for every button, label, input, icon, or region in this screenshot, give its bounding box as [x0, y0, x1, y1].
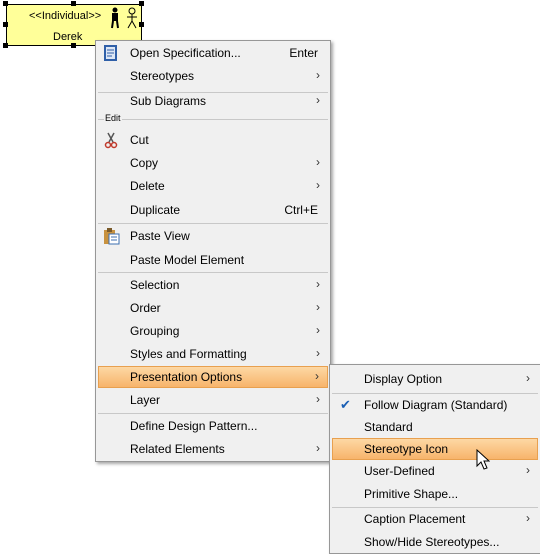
- actor-icons: [111, 7, 137, 29]
- menu-item-label: Stereotypes: [130, 69, 195, 83]
- menu-item-label: Caption Placement: [364, 512, 466, 526]
- menu-item-copy[interactable]: Copy ›: [98, 152, 328, 174]
- menu-item-label: Styles and Formatting: [130, 347, 247, 361]
- menu-item-duplicate[interactable]: Duplicate Ctrl+E: [98, 199, 328, 221]
- menu-item-label: Presentation Options: [130, 370, 243, 384]
- menu-item-label: Paste Model Element: [130, 253, 245, 267]
- menu-item-grouping[interactable]: Grouping ›: [98, 320, 328, 342]
- menu-item-paste-view[interactable]: Paste View: [98, 225, 328, 247]
- submenu-item-display-option[interactable]: Display Option ›: [332, 368, 538, 390]
- stick-figure-icon: [127, 7, 137, 29]
- chevron-right-icon: ›: [316, 392, 320, 406]
- submenu-item-stereotype-icon[interactable]: Stereotype Icon: [332, 438, 538, 460]
- menu-item-label: User-Defined: [364, 464, 435, 478]
- checkmark-icon: ✔: [340, 397, 351, 412]
- menu-item-define-design-pattern[interactable]: Define Design Pattern...: [98, 415, 328, 437]
- menu-separator: [98, 223, 328, 224]
- menu-item-paste-model-element[interactable]: Paste Model Element: [98, 249, 328, 271]
- menu-item-delete[interactable]: Delete ›: [98, 175, 328, 197]
- chevron-right-icon: ›: [526, 511, 530, 525]
- submenu-item-standard[interactable]: Standard: [332, 416, 538, 438]
- chevron-right-icon: ›: [316, 441, 320, 455]
- selection-handle[interactable]: [139, 22, 144, 27]
- actor-stereotype-label: <<Individual>>: [29, 10, 102, 22]
- selection-handle[interactable]: [3, 22, 8, 27]
- menu-item-label: Define Design Pattern...: [130, 419, 258, 433]
- submenu-item-show-hide-stereotypes[interactable]: Show/Hide Stereotypes...: [332, 531, 538, 553]
- menu-item-label: Cut: [130, 133, 149, 147]
- selection-handle[interactable]: [71, 43, 76, 48]
- chevron-right-icon: ›: [316, 155, 320, 169]
- menu-item-label: Layer: [130, 393, 161, 407]
- menu-item-label: Sub Diagrams: [130, 94, 207, 108]
- menu-item-label: Related Elements: [130, 442, 225, 456]
- chevron-right-icon: ›: [316, 346, 320, 360]
- menu-item-selection[interactable]: Selection ›: [98, 274, 328, 296]
- context-menu: Open Specification... Enter Stereotypes …: [95, 40, 331, 462]
- submenu-item-follow-diagram[interactable]: ✔ Follow Diagram (Standard): [332, 394, 538, 416]
- menu-item-related-elements[interactable]: Related Elements ›: [98, 438, 328, 460]
- menu-item-order[interactable]: Order ›: [98, 297, 328, 319]
- menu-item-presentation-options[interactable]: Presentation Options ›: [98, 366, 328, 388]
- chevron-right-icon: ›: [526, 463, 530, 477]
- menu-separator: [98, 119, 328, 120]
- submenu-item-caption-placement[interactable]: Caption Placement ›: [332, 508, 538, 530]
- selection-handle[interactable]: [3, 43, 8, 48]
- menu-item-stereotypes[interactable]: Stereotypes ›: [98, 65, 328, 87]
- menu-item-label: Display Option: [364, 372, 443, 386]
- menu-item-sub-diagrams[interactable]: Sub Diagrams ›: [98, 90, 328, 112]
- menu-separator: [98, 272, 328, 273]
- menu-item-label: Order: [130, 301, 161, 315]
- menu-item-label: Selection: [130, 278, 180, 292]
- edit-group-header: Edit: [104, 113, 122, 123]
- menu-item-label: Show/Hide Stereotypes...: [364, 535, 500, 549]
- menu-item-label: Copy: [130, 156, 159, 170]
- menu-item-label: Follow Diagram (Standard): [364, 398, 508, 412]
- shortcut-label: Ctrl+E: [284, 203, 318, 217]
- chevron-right-icon: ›: [316, 277, 320, 291]
- menu-item-label: Delete: [130, 179, 165, 193]
- menu-item-styles-and-formatting[interactable]: Styles and Formatting ›: [98, 343, 328, 365]
- menu-item-open-specification[interactable]: Open Specification... Enter: [98, 42, 328, 64]
- selection-handle[interactable]: [71, 1, 76, 6]
- scissors-icon: [104, 132, 118, 149]
- presentation-options-submenu: Display Option › ✔ Follow Diagram (Stand…: [329, 364, 540, 554]
- menu-item-label: Duplicate: [130, 203, 181, 217]
- menu-item-cut[interactable]: Cut: [98, 129, 328, 151]
- menu-item-label: Primitive Shape...: [364, 487, 459, 501]
- chevron-right-icon: ›: [316, 323, 320, 337]
- chevron-right-icon: ›: [316, 300, 320, 314]
- chevron-right-icon: ›: [316, 178, 320, 192]
- menu-separator: [98, 413, 328, 414]
- chevron-right-icon: ›: [315, 369, 319, 383]
- chevron-right-icon: ›: [316, 68, 320, 82]
- menu-item-label: Standard: [364, 420, 413, 434]
- selection-handle[interactable]: [139, 1, 144, 6]
- clipboard-icon: [104, 228, 120, 245]
- menu-item-label: Paste View: [130, 229, 190, 243]
- actor-name-label: Derek: [53, 31, 83, 43]
- menu-item-layer[interactable]: Layer ›: [98, 389, 328, 411]
- menu-item-label: Open Specification...: [130, 46, 241, 60]
- submenu-item-user-defined[interactable]: User-Defined ›: [332, 460, 538, 482]
- selection-handle[interactable]: [3, 1, 8, 6]
- chevron-right-icon: ›: [526, 371, 530, 385]
- shortcut-label: Enter: [289, 46, 318, 60]
- submenu-item-primitive-shape[interactable]: Primitive Shape...: [332, 483, 538, 505]
- person-silhouette-icon: [111, 7, 119, 29]
- specification-icon: [104, 45, 117, 61]
- mouse-cursor-icon: [476, 449, 490, 470]
- chevron-right-icon: ›: [316, 93, 320, 107]
- menu-item-label: Stereotype Icon: [364, 442, 449, 456]
- menu-item-label: Grouping: [130, 324, 180, 338]
